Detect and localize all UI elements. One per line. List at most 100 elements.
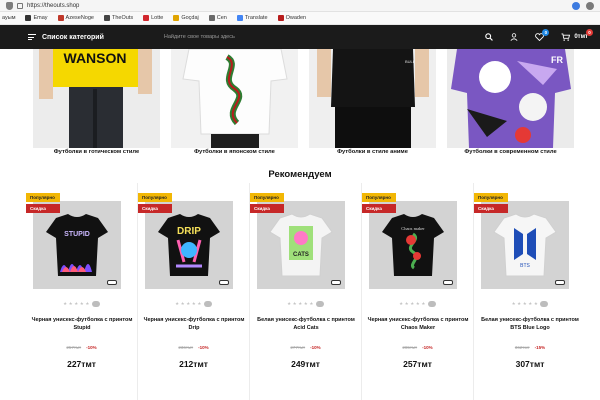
translate-icon (236, 15, 243, 21)
url-field[interactable]: https://theouts.shop (27, 3, 79, 9)
hamburger-icon (28, 34, 36, 40)
category-image: WANSON (33, 49, 160, 148)
bookmark-icon (277, 15, 284, 21)
profile-icon[interactable] (586, 1, 594, 10)
brand-logo-icon (555, 280, 565, 285)
category-card[interactable]: FR Футболки в современном стиле (447, 49, 574, 155)
search-input[interactable] (163, 30, 394, 44)
bookmark-item[interactable]: Translate (236, 15, 268, 21)
product-image: Chaos maker (369, 201, 457, 289)
svg-text:STUPID: STUPID (64, 231, 90, 238)
discount-percent: -15% (534, 345, 546, 350)
bookmark-icon (173, 15, 180, 21)
product-card[interactable]: Популярно Скидка Chaos maker ★ ★ ★ ★ ★ Черная… (362, 183, 474, 400)
product-grid: Популярно Скидка STUPID ★ ★ ★ ★ ★ Черная унис… (0, 183, 600, 400)
cart-count-badge: 0 (586, 29, 593, 36)
product-price: 212тмт (179, 359, 208, 369)
product-name[interactable]: Белая унисекс-футболка с принтом BTS Blu… (477, 316, 583, 332)
category-card[interactable]: Футболки в японском стиле (171, 49, 298, 155)
product-name[interactable]: Черная унисекс-футболка с принтом Drip (141, 316, 247, 332)
search-icon[interactable] (485, 33, 494, 41)
brand-logo-icon (443, 280, 453, 285)
product-name[interactable]: Белая унисекс-футболка с принтом Acid Ca… (253, 316, 359, 332)
category-image: FR (447, 49, 574, 148)
bookmark-item[interactable]: Owaden (277, 15, 306, 21)
bookmark-icon (57, 15, 64, 21)
bookmark-item[interactable]: Emay (25, 15, 48, 21)
sale-badge: Скидка (138, 204, 172, 213)
category-row: WANSON Футболки в готическом стиле Футбо… (0, 49, 600, 164)
svg-text:CATS: CATS (293, 252, 309, 258)
review-count-icon (91, 301, 100, 307)
brand-logo-icon (107, 280, 117, 285)
star-rating: ★ ★ ★ ★ ★ (26, 301, 137, 307)
product-image: STUPID (33, 201, 121, 289)
sale-badge: Скидка (362, 204, 396, 213)
star-rating: ★ ★ ★ ★ ★ (474, 301, 586, 307)
bookmark-icon (208, 15, 215, 21)
product-card[interactable]: Популярно Скидка STUPID ★ ★ ★ ★ ★ Черная унис… (26, 183, 138, 400)
brand-logo-icon (331, 280, 341, 285)
section-title: Рекомендуем (268, 169, 332, 180)
old-price: 236тмт (178, 345, 194, 350)
star-rating: ★ ★ ★ ★ ★ (138, 301, 249, 307)
category-menu-label: Список категорий (42, 33, 104, 41)
cart-total: 0тмт (574, 34, 588, 40)
category-card[interactable]: WANSON Футболки в готическом стиле (33, 49, 160, 155)
bookmark-item[interactable]: ауым (2, 15, 15, 21)
popular-badge: Популярно (138, 193, 172, 202)
svg-text:BTS: BTS (520, 263, 530, 269)
review-count-icon (315, 301, 324, 307)
category-menu-button[interactable]: Список категорий (28, 34, 104, 41)
old-price: 362тмт (514, 345, 530, 350)
bookmark-item[interactable]: Cen (208, 15, 227, 21)
popular-badge: Популярно (26, 193, 60, 202)
bookmark-item[interactable]: TheOuts (103, 15, 133, 21)
extension-icon[interactable] (572, 1, 580, 10)
product-card[interactable]: Популярно Скидка CATS ★ ★ ★ ★ ★ Белая унисекс… (250, 183, 362, 400)
sale-badge: Скидка (474, 204, 508, 213)
bookmark-icon (103, 15, 110, 21)
category-image: BULL (309, 49, 436, 148)
svg-text:WANSON: WANSON (64, 50, 127, 66)
star-rating: ★ ★ ★ ★ ★ (362, 301, 473, 307)
bookmark-icon (143, 15, 150, 21)
brand-logo-icon (219, 280, 229, 285)
product-card[interactable]: Популярно Скидка DRIP ★ ★ ★ ★ ★ Черная унисек… (138, 183, 250, 400)
category-image (171, 49, 298, 148)
svg-text:DRIP: DRIP (177, 226, 201, 237)
old-price: 285тмт (402, 345, 418, 350)
category-label: Футболки в стиле аниме (337, 149, 408, 155)
popular-badge: Популярно (250, 193, 284, 202)
bookmark-item[interactable]: AzeseNoge (57, 15, 94, 21)
bookmark-icon (25, 15, 32, 21)
category-card[interactable]: BULL Футболки в стиле аниме (309, 49, 436, 155)
lock-icon (17, 2, 23, 9)
product-image: BTS (481, 201, 569, 289)
category-label: Футболки в готическом стиле (53, 149, 140, 155)
account-icon[interactable] (510, 33, 518, 41)
product-card[interactable]: Популярно Скидка BTS ★ ★ ★ ★ ★ Белая унисекс-… (474, 183, 586, 400)
bookmark-item[interactable]: Goçdaj (173, 15, 199, 21)
popular-badge: Популярно (362, 193, 396, 202)
svg-text:BULL: BULL (405, 59, 416, 64)
wishlist-icon[interactable]: 0 (535, 29, 550, 41)
sale-badge: Скидка (26, 204, 60, 213)
product-image: DRIP (145, 201, 233, 289)
bookmark-item[interactable]: Lotte (143, 15, 163, 21)
wishlist-count-badge: 0 (542, 29, 550, 36)
category-label: Футболки в современном стиле (464, 149, 557, 155)
bookmarks-bar: ауым Emay AzeseNoge TheOuts Lotte Goçdaj… (0, 12, 600, 25)
product-name[interactable]: Черная унисекс-футболка с принтом Stupid (29, 316, 135, 332)
svg-text:FR: FR (551, 55, 563, 65)
discount-percent: -10% (86, 345, 97, 350)
product-name[interactable]: Черная унисекс-футболка с принтом Chaos … (365, 316, 471, 332)
category-label: Футболки в японском стиле (194, 149, 275, 155)
shield-icon (6, 1, 13, 10)
discount-percent: -10% (198, 345, 209, 350)
sale-badge: Скидка (250, 204, 284, 213)
cart-icon[interactable]: 0 0тмт (561, 29, 593, 41)
old-price: 257тмт (66, 345, 82, 350)
product-price: 227тмт (67, 359, 96, 369)
review-count-icon (203, 301, 212, 307)
